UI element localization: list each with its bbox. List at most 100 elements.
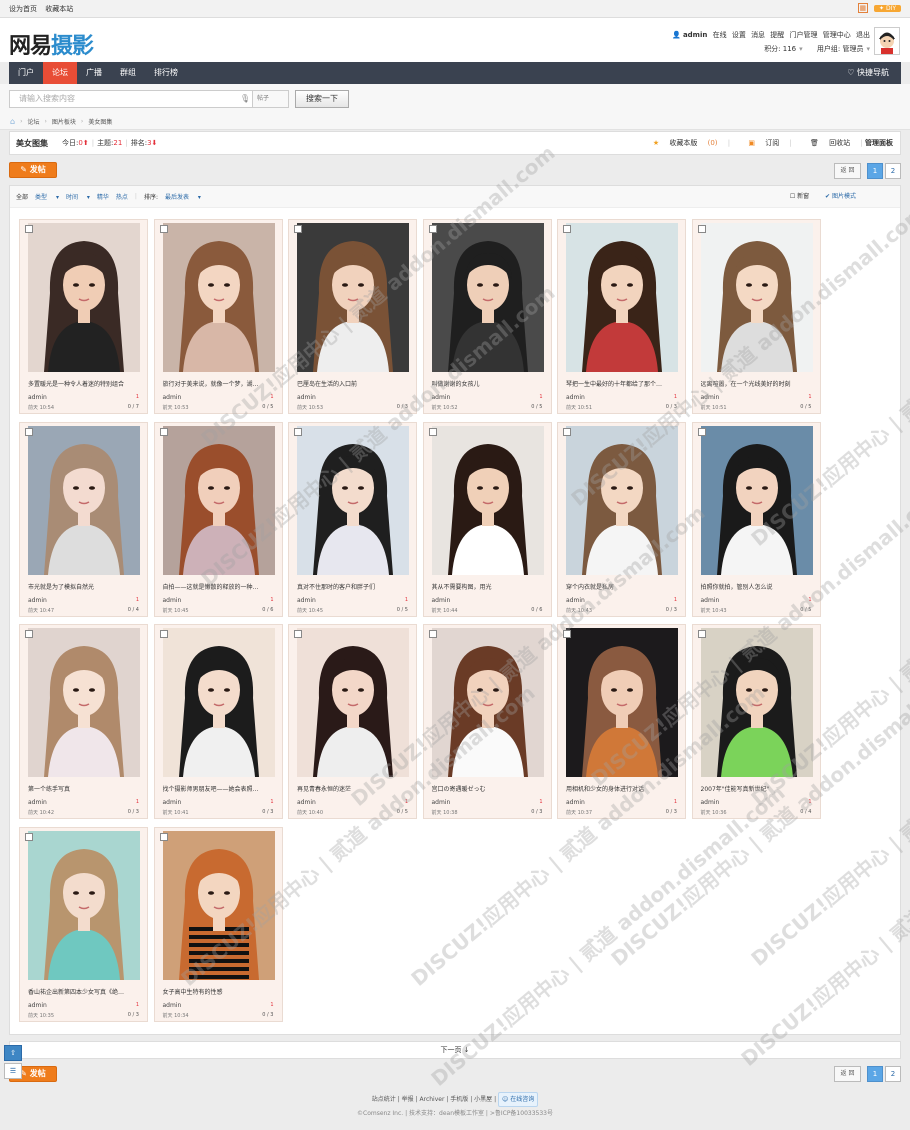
page-2-button[interactable]: 2 — [885, 1066, 901, 1082]
photo-card[interactable]: 2007年"佳能写真新世纪" admin 前天 10:36 1 0 / 4 — [691, 624, 821, 819]
thread-author[interactable]: admin — [163, 394, 182, 401]
photo-card[interactable]: 再见青春永恒的迷茫 admin 前天 10:40 1 0 / 5 — [288, 624, 417, 819]
thread-thumbnail[interactable] — [700, 628, 813, 777]
thread-author[interactable]: admin — [701, 394, 720, 401]
select-checkbox[interactable] — [563, 427, 571, 436]
search-input[interactable]: 请输入搜索内容 — [9, 90, 253, 108]
thread-author[interactable]: admin — [701, 597, 720, 604]
favorite-forum-button[interactable]: ★ 收藏本版 (0) — [645, 139, 718, 147]
photo-card[interactable]: 叫做谢谢的女孩儿 admin 前天 10:52 1 0 / 5 — [422, 219, 552, 414]
photo-card[interactable]: 第一个练手写真 admin 前天 10:42 1 0 / 3 — [19, 624, 148, 819]
online-consult-button[interactable]: ☺ 在线咨询 — [498, 1092, 539, 1107]
sort-select[interactable]: 最后发表 ▾ — [165, 192, 201, 201]
thread-author[interactable]: admin — [566, 799, 585, 806]
back-button[interactable]: 返 回 — [834, 163, 861, 179]
home-icon[interactable]: ⌂ — [10, 117, 15, 126]
footer-link-archiver[interactable]: Archiver — [420, 1096, 445, 1103]
thread-author[interactable]: admin — [701, 799, 720, 806]
thread-thumbnail[interactable] — [28, 830, 140, 980]
select-checkbox[interactable] — [294, 225, 302, 233]
thread-title[interactable]: 多置暖光是一种令人着迷的特别组合 — [28, 379, 142, 388]
thread-title[interactable]: 拍照你就拍，管别人怎么说 — [701, 582, 815, 591]
page-1-button[interactable]: 1 — [867, 1066, 883, 1082]
thread-thumbnail[interactable] — [28, 223, 140, 372]
footer-link-stats[interactable]: 站点统计 — [372, 1096, 396, 1103]
select-checkbox[interactable] — [294, 427, 302, 436]
user-link-portal-admin[interactable]: 门户管理 — [790, 31, 818, 39]
user-link-settings[interactable]: 设置 — [732, 31, 746, 39]
avatar[interactable] — [874, 27, 900, 55]
select-checkbox[interactable] — [25, 832, 33, 841]
user-link-admin-center[interactable]: 管理中心 — [823, 31, 851, 39]
select-checkbox[interactable] — [428, 225, 437, 233]
thread-author[interactable]: admin — [28, 799, 47, 806]
thread-title[interactable]: 香山祐企出新第四本少女写真《绝… — [28, 987, 142, 996]
thread-title[interactable]: 叫做谢谢的女孩儿 — [432, 379, 546, 388]
thread-thumbnail[interactable] — [162, 223, 275, 372]
thread-title[interactable]: 真对不住那时的客户和胖子们 — [297, 582, 411, 591]
page-2-button[interactable]: 2 — [885, 163, 901, 179]
select-checkbox[interactable] — [159, 832, 168, 841]
thread-thumbnail[interactable] — [566, 223, 678, 372]
thread-title[interactable]: 巴厘岛在生活的入口前 — [297, 379, 411, 388]
back-button[interactable]: 返 回 — [834, 1066, 861, 1082]
thread-thumbnail[interactable] — [162, 425, 275, 575]
footer-link-blackroom[interactable]: 小黑屋 — [474, 1096, 492, 1103]
thread-author[interactable]: admin — [163, 597, 182, 604]
photo-card[interactable]: 真对不住那时的客户和胖子们 admin 前天 10:45 1 0 / 5 — [288, 421, 417, 617]
photo-card[interactable]: 穿个内衣就是私房 admin 前天 10:43 1 0 / 3 — [557, 421, 686, 617]
thread-thumbnail[interactable] — [700, 223, 813, 372]
thread-author[interactable]: admin — [163, 1002, 182, 1009]
photo-card[interactable]: 远离喧嚣，在一个光线美好的时刻 admin 前天 10:51 1 0 / 5 — [691, 219, 821, 414]
new-window-checkbox[interactable]: ☐ 新窗 — [790, 193, 816, 200]
new-post-button[interactable]: ✎ 发帖 — [9, 162, 57, 178]
thread-thumbnail[interactable] — [297, 425, 409, 575]
user-link-messages[interactable]: 消息 — [751, 31, 765, 39]
photo-card[interactable]: 自拍——这就是懒散的释放的一种… admin 前天 10:45 1 0 / 6 — [153, 421, 283, 617]
thread-thumbnail[interactable] — [162, 830, 275, 980]
rss-button[interactable]: ▣ 订阅 — [740, 139, 779, 147]
thread-title[interactable]: 再见青春永恒的迷茫 — [297, 784, 411, 793]
search-button[interactable]: 搜索一下 — [295, 90, 349, 108]
thread-title[interactable]: 市光就是为了模拟自然光 — [28, 582, 142, 591]
photo-card[interactable]: 女子高中生特有的性感 admin 前天 10:34 1 0 / 3 — [153, 826, 283, 1022]
photo-card[interactable]: 找个摄影师男朋友吧——她会表照… admin 前天 10:41 1 0 / 3 — [153, 624, 283, 819]
thread-title[interactable]: 用相机和少女的身体进行对话 — [566, 784, 680, 793]
thread-title[interactable]: 宫口の寄遇暖ゼっむ — [432, 784, 546, 793]
photo-card[interactable]: 旅行对于美来说，就像一个梦，湖… admin 前天 10:53 1 0 / 5 — [153, 219, 283, 414]
select-checkbox[interactable] — [159, 630, 168, 638]
select-checkbox[interactable] — [563, 630, 571, 638]
breadcrumb-current[interactable]: 美女图集 — [88, 117, 112, 126]
nav-item-groups[interactable]: 群组 — [111, 62, 145, 84]
thread-title[interactable]: 琴把一生中最好的十年都给了那个… — [566, 379, 680, 388]
page-1-button[interactable]: 1 — [867, 163, 883, 179]
thread-author[interactable]: admin — [28, 394, 47, 401]
filter-all[interactable]: 全部 — [16, 192, 28, 201]
admin-panel-button[interactable]: 管理面板 — [865, 139, 893, 147]
thread-author[interactable]: admin — [432, 394, 451, 401]
thread-title[interactable]: 女子高中生特有的性感 — [163, 987, 277, 996]
grid-icon[interactable]: ▦ — [857, 3, 868, 13]
photo-card[interactable]: 用相机和少女的身体进行对话 admin 前天 10:37 1 0 / 3 — [557, 624, 686, 819]
nav-item-portal[interactable]: 门户 — [9, 62, 43, 84]
select-checkbox[interactable] — [697, 630, 706, 638]
photo-card[interactable]: 拍照你就拍，管别人怎么说 admin 前天 10:43 1 0 / 5 — [691, 421, 821, 617]
thread-thumbnail[interactable] — [431, 223, 544, 372]
thread-author[interactable]: admin — [566, 394, 585, 401]
thread-author[interactable]: admin — [28, 597, 47, 604]
select-checkbox[interactable] — [428, 427, 437, 436]
select-checkbox[interactable] — [294, 630, 302, 638]
thread-title[interactable]: 其从不需要构图，用光 — [432, 582, 546, 591]
thread-thumbnail[interactable] — [566, 425, 678, 575]
thread-author[interactable]: admin — [297, 394, 316, 401]
thread-author[interactable]: admin — [566, 597, 585, 604]
microphone-icon[interactable]: 🎙 — [240, 94, 250, 103]
photo-card[interactable]: 宫口の寄遇暖ゼっむ admin 前天 10:38 1 0 / 3 — [422, 624, 552, 819]
select-checkbox[interactable] — [697, 427, 706, 436]
photo-card[interactable]: 琴把一生中最好的十年都给了那个… admin 前天 10:51 1 0 / 3 — [557, 219, 686, 414]
user-link-notices[interactable]: 提醒 — [770, 31, 784, 39]
thread-author[interactable]: admin — [432, 799, 451, 806]
thread-title[interactable]: 旅行对于美来说，就像一个梦，湖… — [163, 379, 277, 388]
photo-card[interactable]: 香山祐企出新第四本少女写真《绝… admin 前天 10:35 1 0 / 3 — [19, 826, 148, 1022]
thread-thumbnail[interactable] — [431, 628, 544, 777]
